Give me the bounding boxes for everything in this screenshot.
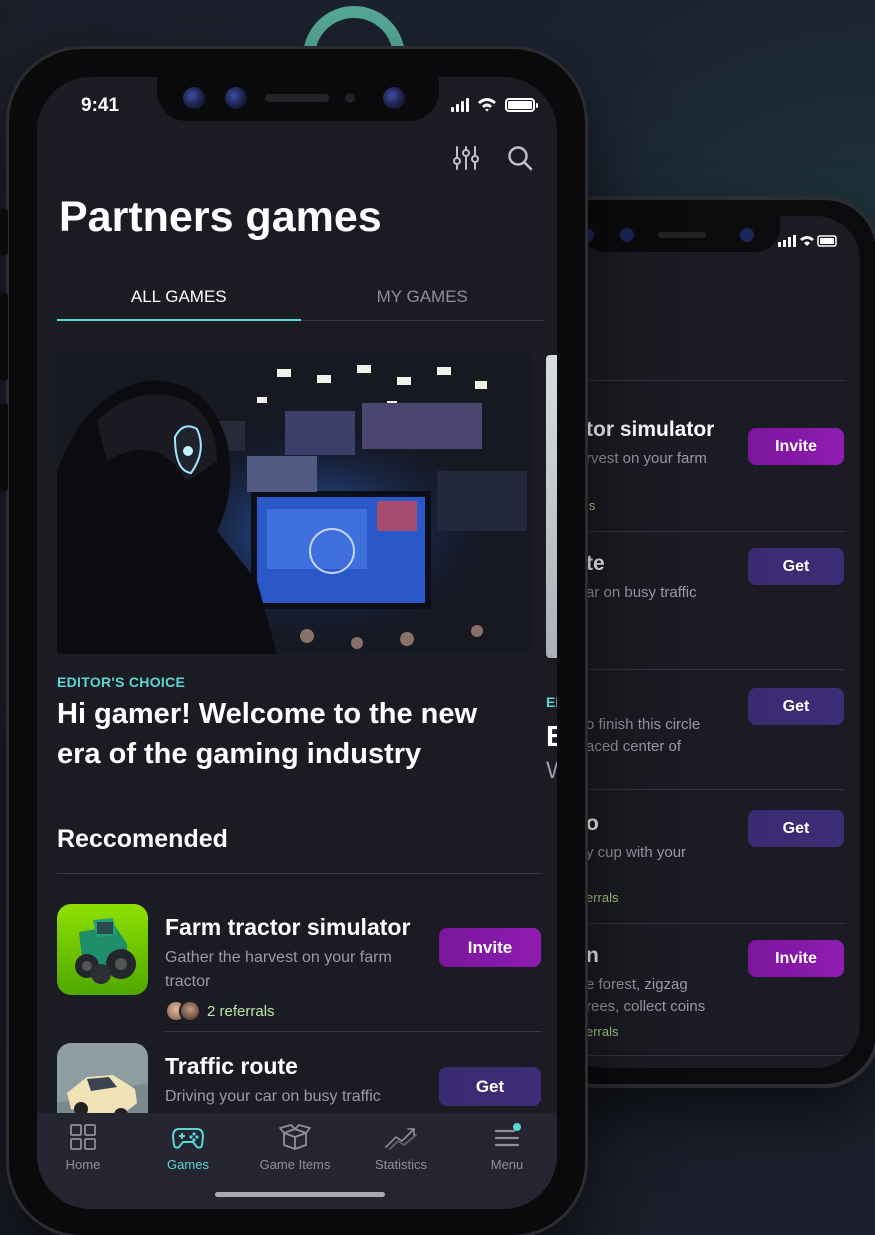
divider xyxy=(560,380,844,381)
sensor-dot xyxy=(345,93,355,103)
status-icons xyxy=(778,235,837,247)
notification-dot xyxy=(513,1123,521,1131)
invite-button[interactable]: Invite xyxy=(748,940,844,977)
invite-button[interactable]: Invite xyxy=(748,428,844,465)
tab-label: Game Items xyxy=(259,1157,331,1172)
invite-button[interactable]: Invite xyxy=(439,928,541,967)
speaker-grille xyxy=(658,232,706,238)
status-icons xyxy=(451,97,538,112)
list-item: tor simulator rvest on your farm ls Invi… xyxy=(560,382,844,532)
wifi-icon xyxy=(478,98,496,112)
tab-label: Games xyxy=(167,1157,209,1172)
game-description: rees, collect coins xyxy=(586,998,706,1015)
game-thumbnail xyxy=(57,904,148,995)
tab-statistics[interactable]: Statistics xyxy=(351,1123,451,1172)
back-status-icons xyxy=(778,234,838,251)
back-phone-mockup: tor simulator rvest on your farm ls Invi… xyxy=(540,196,875,1088)
list-item: n e forest, zigzag rees, collect coins e… xyxy=(560,924,844,1056)
volume-down-button xyxy=(0,403,8,491)
tab-home[interactable]: Home xyxy=(37,1123,133,1172)
game-description: y cup with your xyxy=(586,844,687,861)
gamepad-icon xyxy=(171,1128,205,1149)
tab-my-games[interactable]: MY GAMES xyxy=(301,277,545,320)
next-card-subtitle-peek: W xyxy=(546,757,557,785)
game-description: aced center of xyxy=(586,738,682,755)
game-title: te xyxy=(586,552,605,575)
referral-avatars xyxy=(165,1000,201,1022)
tab-label: Menu xyxy=(490,1157,524,1172)
list-item: o y cup with your errals Get xyxy=(560,790,844,924)
camera-icon xyxy=(620,228,634,242)
divider xyxy=(57,873,541,874)
referral-count: errals xyxy=(586,890,619,905)
page-title: Partners games xyxy=(59,193,382,241)
status-time: 9:41 xyxy=(81,95,120,116)
battery-icon xyxy=(505,98,538,112)
featured-hero-image[interactable] xyxy=(57,351,530,654)
tab-games[interactable]: Games xyxy=(138,1123,238,1172)
notch xyxy=(157,77,439,121)
get-button[interactable]: Get xyxy=(748,548,844,585)
volume-up-button xyxy=(0,293,8,381)
next-card-tag-peek: ED xyxy=(546,694,557,710)
next-card-headline-peek: B xyxy=(546,721,557,753)
next-card-peek[interactable] xyxy=(546,355,557,658)
camera-icon xyxy=(225,87,247,109)
back-phone-notch xyxy=(580,216,780,252)
camera-icon xyxy=(740,228,754,242)
back-game-list: tor simulator rvest on your farm ls Invi… xyxy=(560,382,844,1056)
game-title: Traffic route xyxy=(165,1053,298,1079)
game-description: ar on busy traffic xyxy=(586,584,697,601)
list-item: o finish this circle aced center of Get xyxy=(560,670,844,790)
referral-count: errals xyxy=(586,1024,619,1039)
speaker-grille xyxy=(265,94,329,102)
front-phone-mockup: 9:41 Partners games ALL GAMES MY GAMES E… xyxy=(0,46,588,1235)
game-description: Gather the harvest on your farm tractor xyxy=(165,949,392,990)
tab-all-games[interactable]: ALL GAMES xyxy=(57,277,301,321)
section-title: Reccomended xyxy=(57,825,228,853)
camera-icon xyxy=(183,87,205,109)
game-description: e forest, zigzag xyxy=(586,976,688,993)
editor-choice-tag: EDITOR'S CHOICE xyxy=(57,674,186,690)
signal-icon xyxy=(451,98,469,112)
get-button[interactable]: Get xyxy=(439,1067,541,1106)
referrals: 2 referrals xyxy=(165,1000,275,1022)
home-indicator[interactable] xyxy=(215,1192,385,1197)
referral-count: 2 referrals xyxy=(207,1002,275,1020)
camera-icon xyxy=(383,87,405,109)
list-item: te ar on busy traffic Get xyxy=(560,532,844,670)
filter-sliders-icon[interactable] xyxy=(453,145,479,171)
game-description: o finish this circle xyxy=(586,716,701,733)
get-button[interactable]: Get xyxy=(748,810,844,847)
search-icon[interactable] xyxy=(507,145,533,171)
divider xyxy=(165,1031,541,1032)
avatar xyxy=(179,1000,201,1022)
tab-label: Statistics xyxy=(374,1157,427,1172)
game-title: tor simulator xyxy=(586,418,715,441)
tab-game-items[interactable]: Game Items xyxy=(245,1123,345,1172)
tab-label: Home xyxy=(65,1157,101,1172)
bottom-tab-bar: Home Games Game Items Statistics Menu xyxy=(37,1113,557,1209)
game-title: Farm tractor simulator xyxy=(165,914,411,940)
gamer-photo-illustration xyxy=(57,351,530,654)
get-button[interactable]: Get xyxy=(748,688,844,725)
app-screen: 9:41 Partners games ALL GAMES MY GAMES E… xyxy=(37,77,557,1209)
grid-icon xyxy=(70,1124,96,1150)
list-item[interactable]: Farm tractor simulator Gather the harves… xyxy=(57,904,541,1034)
menu-icon xyxy=(494,1123,521,1147)
game-description: Driving your car on busy traffic xyxy=(165,1088,381,1105)
box-icon xyxy=(279,1124,311,1150)
mute-switch xyxy=(0,209,8,255)
game-description: rvest on your farm xyxy=(586,450,707,467)
tab-menu[interactable]: Menu xyxy=(457,1123,557,1172)
featured-headline[interactable]: Hi gamer! Welcome to the new era of the … xyxy=(57,694,517,774)
chart-icon xyxy=(385,1128,417,1150)
tab-bar: ALL GAMES MY GAMES xyxy=(57,277,544,321)
tractor-icon xyxy=(57,904,148,995)
header-actions xyxy=(453,145,533,171)
back-phone-screen: tor simulator rvest on your farm ls Invi… xyxy=(560,216,860,1068)
